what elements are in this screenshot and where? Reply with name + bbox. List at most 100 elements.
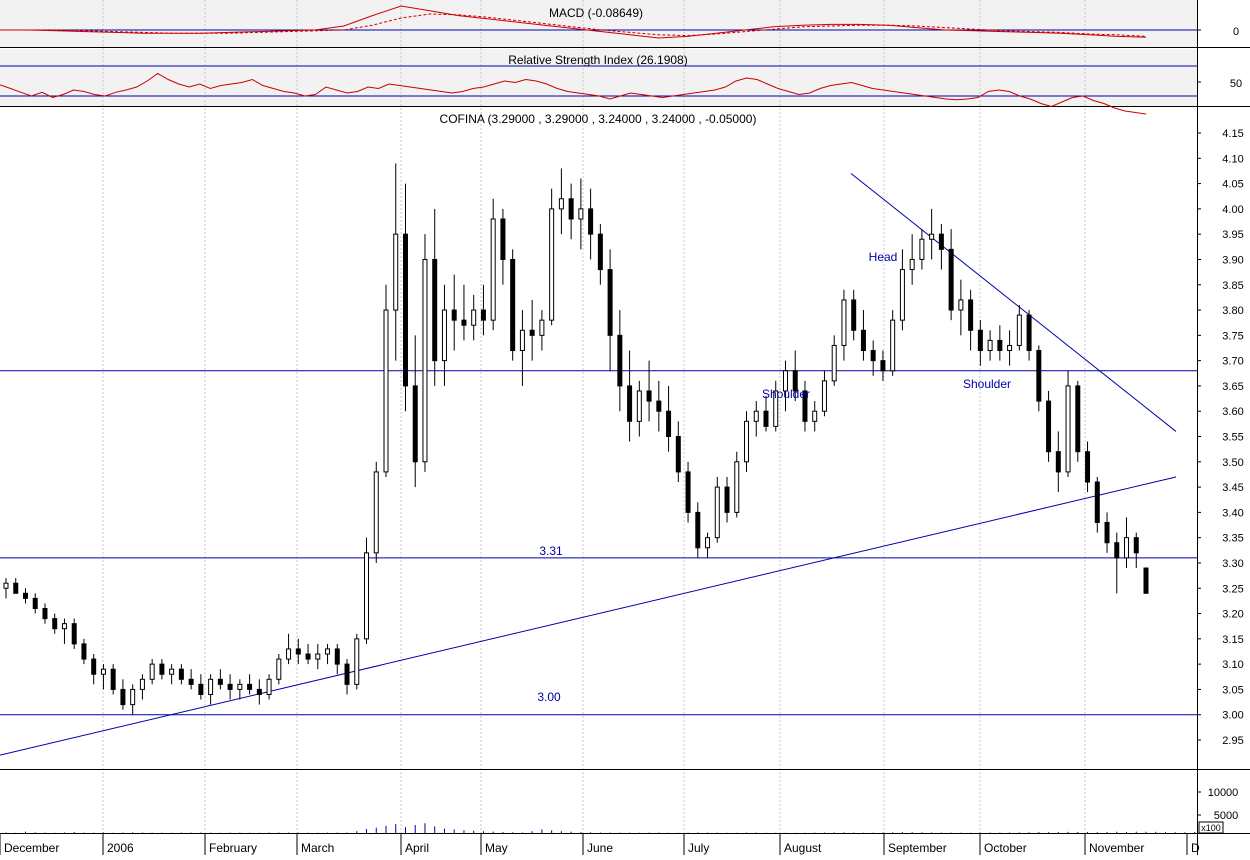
candle-body: [334, 648, 340, 665]
price-tick-label: 3.85: [1222, 280, 1243, 292]
rsi-ylabel-50: 50: [1230, 78, 1242, 90]
candle-body: [178, 668, 184, 680]
price-title: COFINA (3.29000 , 3.29000 , 3.24000 , 3.…: [440, 112, 757, 126]
candle-body: [558, 198, 564, 210]
candle-body: [441, 309, 447, 362]
candle-body: [432, 258, 438, 362]
x-tick-label: October: [984, 841, 1027, 855]
candle-body: [968, 299, 974, 331]
candle-body: [539, 319, 545, 336]
candle-body: [451, 309, 457, 321]
candle-body: [519, 329, 525, 352]
x-tick-label: April: [405, 841, 429, 855]
candle-body: [617, 334, 623, 387]
candle-body: [61, 623, 67, 630]
candle-body: [646, 390, 652, 402]
price-tick-label: 3.55: [1222, 432, 1243, 444]
candle-body: [909, 258, 915, 271]
candle-body: [627, 385, 633, 422]
candle-body: [987, 339, 993, 352]
candle-body: [130, 688, 136, 706]
candle-body: [373, 471, 379, 554]
candle-body: [354, 638, 360, 685]
candle-body: [159, 663, 165, 675]
candle-body: [71, 623, 77, 645]
candle-body: [724, 486, 730, 513]
candle-body: [305, 653, 311, 660]
candle-body: [880, 360, 886, 372]
head-label: Head: [869, 250, 898, 264]
candle-body: [315, 653, 321, 660]
candle-body: [890, 319, 896, 372]
candle-body: [1036, 350, 1042, 402]
candle-body: [110, 668, 116, 690]
volume-ylabel-5000: 5000: [1214, 810, 1238, 822]
candle-body: [510, 258, 516, 352]
x-tick-label: 2006: [107, 841, 134, 855]
candle-body: [763, 410, 769, 427]
candle-body: [636, 390, 642, 422]
x-tick-label: March: [301, 841, 334, 855]
candle-body: [812, 410, 818, 422]
candle-body: [490, 218, 496, 321]
candle-body: [22, 592, 28, 599]
candle-body: [500, 218, 506, 260]
candle-body: [1075, 385, 1081, 453]
candle-body: [744, 420, 750, 463]
price-tick-label: 3.25: [1222, 583, 1243, 595]
x-tick-label: September: [888, 841, 947, 855]
candle-body: [938, 233, 944, 250]
rsi-title: Relative Strength Index (26.1908): [508, 53, 687, 67]
candle-body: [549, 208, 555, 321]
candle-body: [685, 471, 691, 513]
candle-body: [237, 683, 243, 690]
price-tick-label: 3.50: [1222, 457, 1243, 469]
candle-body: [597, 233, 603, 271]
candle-body: [1133, 537, 1139, 554]
candle-body: [91, 658, 97, 675]
stock-chart-window: MACD (-0.08649) 0 Relative Strength Inde…: [0, 0, 1250, 855]
candle-body: [529, 329, 535, 336]
candle-body: [1104, 521, 1110, 544]
price-tick-label: 3.40: [1222, 507, 1243, 519]
candle-body: [588, 208, 594, 235]
price-tick-label: 3.10: [1222, 659, 1243, 671]
candle-body: [948, 248, 954, 311]
candle-body: [1007, 344, 1013, 352]
candle-body: [3, 582, 9, 589]
price-tick-label: 3.35: [1222, 533, 1243, 545]
macd-title: MACD (-0.08649): [549, 6, 643, 20]
candle-body: [1114, 542, 1120, 559]
candle-body: [899, 269, 905, 321]
candle-body: [1026, 314, 1032, 352]
price-tick-label: 3.90: [1222, 254, 1243, 266]
price-tick-label: 4.10: [1222, 153, 1243, 165]
candle-body: [607, 269, 613, 336]
price-tick-label: 3.95: [1222, 229, 1243, 241]
candle-body: [1046, 400, 1052, 453]
candle-body: [266, 678, 272, 695]
x-tick-label: November: [1089, 841, 1144, 855]
price-tick-label: 3.70: [1222, 356, 1243, 368]
candle-body: [870, 350, 876, 362]
candle-body: [247, 683, 253, 690]
chart-canvas: MACD (-0.08649) 0 Relative Strength Inde…: [0, 0, 1250, 855]
candle-body: [188, 678, 194, 685]
candle-body: [13, 582, 19, 594]
x-tick-label: July: [688, 841, 709, 855]
price-tick-label: 3.00: [1222, 710, 1243, 722]
candle-body: [402, 233, 408, 387]
price-tick-label: 2.95: [1222, 735, 1243, 747]
price-tick-label: 3.30: [1222, 558, 1243, 570]
price-tick-label: 3.45: [1222, 482, 1243, 494]
x-tick-label: June: [587, 841, 613, 855]
candle-body: [578, 208, 584, 220]
level-label-331: 3.31: [539, 544, 563, 558]
x-tick-label: August: [784, 841, 822, 855]
candle-body: [208, 678, 214, 695]
candle-body: [705, 537, 711, 549]
candle-body: [120, 688, 126, 706]
macd-ylabel-0: 0: [1233, 26, 1239, 38]
x-tick-label: December: [4, 841, 59, 855]
candle-body: [383, 309, 389, 473]
